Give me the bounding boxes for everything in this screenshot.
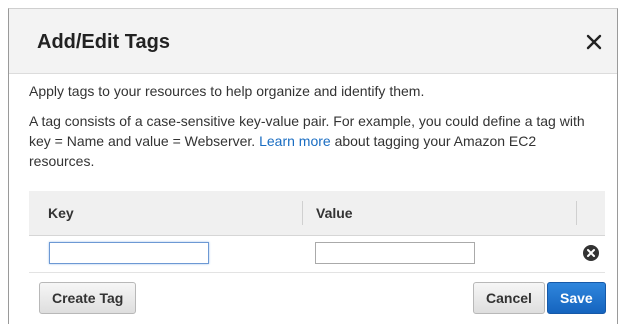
remove-circle-icon[interactable] [583,245,599,261]
create-tag-button[interactable]: Create Tag [39,282,137,314]
add-edit-tags-dialog: Add/Edit Tags Apply tags to your resourc… [8,8,618,324]
tags-table-header: Key Value [29,191,605,236]
save-button[interactable]: Save [547,282,606,314]
description-text: A tag consists of a case-sensitive key-v… [29,111,603,171]
dialog-header: Add/Edit Tags [9,9,617,74]
tag-row [29,236,605,273]
tag-key-input[interactable] [49,242,209,264]
column-divider [302,201,303,225]
learn-more-link[interactable]: Learn more [259,133,331,149]
close-icon[interactable] [585,33,603,51]
tag-value-input[interactable] [315,242,475,264]
column-header-value: Value [316,205,353,221]
intro-text: Apply tags to your resources to help org… [29,83,425,99]
cancel-button[interactable]: Cancel [473,282,545,314]
column-header-key: Key [48,205,74,221]
dialog-title: Add/Edit Tags [37,31,170,53]
column-divider [576,201,577,225]
